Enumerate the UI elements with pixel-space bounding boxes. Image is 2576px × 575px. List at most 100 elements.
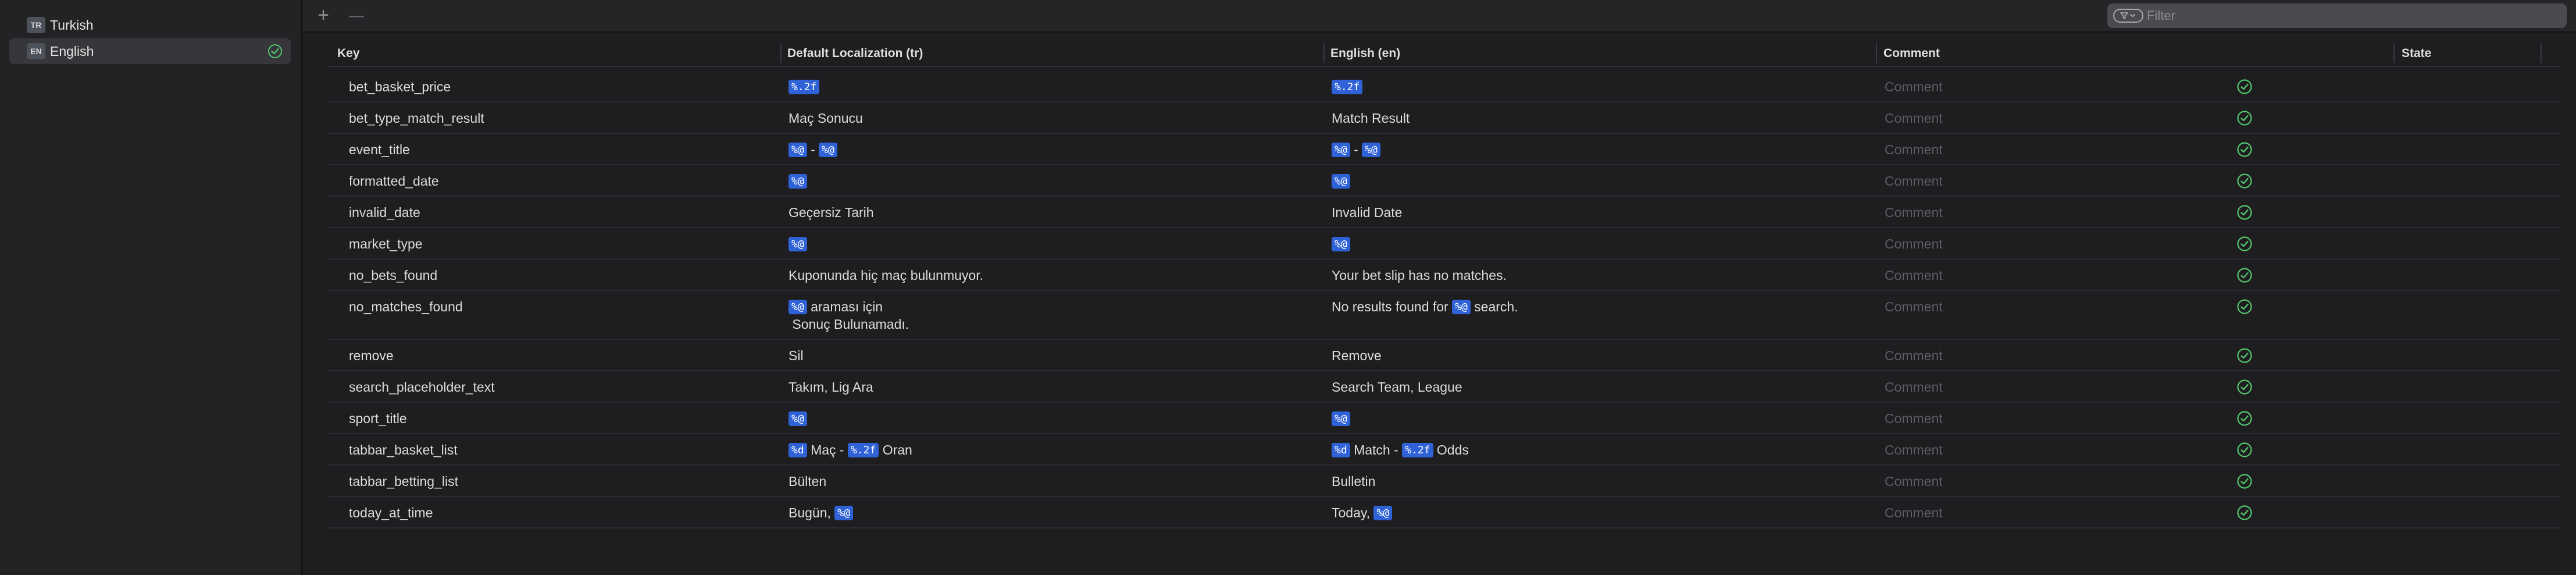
default-value-cell[interactable]: %@ bbox=[789, 235, 807, 253]
comment-field[interactable]: Comment bbox=[1885, 298, 1943, 315]
value-text: Bugün, bbox=[789, 505, 835, 520]
value-text: Maç Sonucu bbox=[789, 111, 863, 126]
table-row[interactable]: bet_type_match_result Maç Sonucu Match Res… bbox=[328, 102, 2561, 134]
english-value-cell[interactable]: %.2f bbox=[1332, 78, 1363, 95]
english-value-cell[interactable]: Match Result bbox=[1332, 109, 1410, 127]
filter-input[interactable]: Filter bbox=[2147, 8, 2175, 23]
key-cell[interactable]: market_type bbox=[349, 235, 423, 253]
value-text: Takım, Lig Ara bbox=[789, 379, 873, 395]
comment-field[interactable]: Comment bbox=[1885, 141, 1943, 158]
table-row[interactable]: invalid_date Geçersiz Tarih Invalid Date Co… bbox=[328, 197, 2561, 228]
column-header-state[interactable]: State bbox=[2402, 42, 2431, 65]
value-line: Match Result bbox=[1332, 109, 1410, 127]
table-row[interactable]: today_at_time Bugün, %@ Today, %@ Comment bbox=[328, 497, 2561, 528]
key-cell[interactable]: event_title bbox=[349, 141, 410, 158]
english-value-cell[interactable]: Remove bbox=[1332, 347, 1382, 364]
value-line: Invalid Date bbox=[1332, 204, 1402, 221]
key-cell[interactable]: formatted_date bbox=[349, 172, 439, 190]
comment-field[interactable]: Comment bbox=[1885, 172, 1943, 190]
format-token: %@ bbox=[1332, 237, 1350, 251]
english-value-cell[interactable]: %@ bbox=[1332, 172, 1350, 190]
comment-field[interactable]: Comment bbox=[1885, 441, 1943, 459]
english-value-cell[interactable]: Invalid Date bbox=[1332, 204, 1402, 221]
key-cell[interactable]: today_at_time bbox=[349, 504, 433, 521]
key-cell[interactable]: remove bbox=[349, 347, 394, 364]
comment-field[interactable]: Comment bbox=[1885, 378, 1943, 396]
key-cell[interactable]: bet_basket_price bbox=[349, 78, 451, 95]
value-text: - bbox=[807, 142, 819, 157]
column-header-english[interactable]: English (en) bbox=[1330, 42, 1400, 65]
table-row[interactable]: formatted_date %@ %@ Comment bbox=[328, 165, 2561, 197]
table-row[interactable]: no_matches_found %@ araması için Sonuç Bu… bbox=[328, 291, 2561, 340]
format-token: %@ bbox=[1362, 143, 1380, 157]
table-row[interactable]: remove Sil Remove Comment bbox=[328, 340, 2561, 371]
default-value-cell[interactable]: %@ bbox=[789, 410, 807, 427]
english-value-cell[interactable]: %d Match - %.2f Odds bbox=[1332, 441, 1469, 459]
value-text: Today, bbox=[1332, 505, 1374, 520]
default-value-cell[interactable]: Sil bbox=[789, 347, 804, 364]
column-header-default[interactable]: Default Localization (tr) bbox=[787, 42, 923, 65]
sidebar-item-english[interactable]: EN English bbox=[9, 38, 291, 64]
value-text: Sil bbox=[789, 348, 804, 363]
table-row[interactable]: market_type %@ %@ Comment bbox=[328, 228, 2561, 260]
format-token: %@ bbox=[789, 300, 807, 314]
english-value-cell[interactable]: %@ - %@ bbox=[1332, 141, 1380, 158]
english-value-cell[interactable]: Your bet slip has no matches. bbox=[1332, 267, 1507, 284]
key-cell[interactable]: tabbar_betting_list bbox=[349, 473, 458, 490]
english-value-cell[interactable]: Search Team, League bbox=[1332, 378, 1462, 396]
default-value-cell[interactable]: %@ araması için Sonuç Bulunamadı. bbox=[789, 298, 909, 333]
filter-menu-icon[interactable] bbox=[2113, 9, 2143, 23]
english-value-cell[interactable]: %@ bbox=[1332, 410, 1350, 427]
add-button[interactable]: + bbox=[312, 3, 335, 27]
default-value-cell[interactable]: %@ bbox=[789, 172, 807, 190]
table-row[interactable]: no_bets_found Kuponunda hiç maç bulunmuyo… bbox=[328, 260, 2561, 291]
key-cell[interactable]: bet_type_match_result bbox=[349, 109, 484, 127]
table-row[interactable]: event_title %@ - %@ %@ - %@ Comment bbox=[328, 134, 2561, 165]
table-row[interactable]: tabbar_basket_list %d Maç - %.2f Oran %d M… bbox=[328, 434, 2561, 466]
english-value-cell[interactable]: Bulletin bbox=[1332, 473, 1375, 490]
default-value-cell[interactable]: Takım, Lig Ara bbox=[789, 378, 873, 396]
table-row[interactable]: tabbar_betting_list Bülten Bulletin Comment bbox=[328, 466, 2561, 497]
column-header-comment[interactable]: Comment bbox=[1883, 42, 1940, 65]
remove-button[interactable]: — bbox=[342, 3, 371, 27]
key-cell[interactable]: no_matches_found bbox=[349, 298, 463, 315]
english-value-cell[interactable]: No results found for %@ search. bbox=[1332, 298, 1518, 315]
default-value-cell[interactable]: Kuponunda hiç maç bulunmuyor. bbox=[789, 267, 983, 284]
key-cell[interactable]: tabbar_basket_list bbox=[349, 441, 458, 459]
comment-field[interactable]: Comment bbox=[1885, 109, 1943, 127]
filter-field[interactable]: Filter bbox=[2107, 3, 2567, 28]
key-cell[interactable]: no_bets_found bbox=[349, 267, 437, 284]
table-row[interactable]: bet_basket_price %.2f %.2f Comment bbox=[328, 71, 2561, 102]
key-cell[interactable]: sport_title bbox=[349, 410, 407, 427]
default-value-cell[interactable]: Geçersiz Tarih bbox=[789, 204, 874, 221]
default-value-cell[interactable]: %.2f bbox=[789, 78, 820, 95]
comment-field[interactable]: Comment bbox=[1885, 410, 1943, 427]
comment-field[interactable]: Comment bbox=[1885, 473, 1943, 490]
value-text: Search Team, League bbox=[1332, 379, 1462, 395]
value-text: - bbox=[1350, 142, 1362, 157]
default-value-cell[interactable]: Bugün, %@ bbox=[789, 504, 853, 521]
table-row[interactable]: search_placeholder_text Takım, Lig Ara Sea… bbox=[328, 371, 2561, 403]
checkmark-circle-icon bbox=[2237, 348, 2252, 363]
default-value-cell[interactable]: %d Maç - %.2f Oran bbox=[789, 441, 912, 459]
sidebar-item-turkish[interactable]: TR Turkish bbox=[9, 12, 291, 38]
key-cell[interactable]: invalid_date bbox=[349, 204, 420, 221]
comment-field[interactable]: Comment bbox=[1885, 347, 1943, 364]
comment-field[interactable]: Comment bbox=[1885, 235, 1943, 253]
checkmark-circle-icon bbox=[2237, 379, 2252, 395]
default-value-cell[interactable]: %@ - %@ bbox=[789, 141, 837, 158]
default-value-cell[interactable]: Bülten bbox=[789, 473, 826, 490]
key-cell[interactable]: search_placeholder_text bbox=[349, 378, 495, 396]
column-header-key[interactable]: Key bbox=[337, 42, 360, 65]
default-value-cell[interactable]: Maç Sonucu bbox=[789, 109, 863, 127]
strings-table: Key Default Localization (tr) English (e… bbox=[302, 33, 2576, 575]
english-value-cell[interactable]: %@ bbox=[1332, 235, 1350, 253]
comment-field[interactable]: Comment bbox=[1885, 204, 1943, 221]
comment-field[interactable]: Comment bbox=[1885, 504, 1943, 521]
comment-field[interactable]: Comment bbox=[1885, 267, 1943, 284]
english-value-cell[interactable]: Today, %@ bbox=[1332, 504, 1393, 521]
comment-field[interactable]: Comment bbox=[1885, 78, 1943, 95]
table-row[interactable]: sport_title %@ %@ Comment bbox=[328, 403, 2561, 434]
value-line: Sonuç Bulunamadı. bbox=[789, 315, 909, 333]
value-line: Bülten bbox=[789, 473, 826, 490]
